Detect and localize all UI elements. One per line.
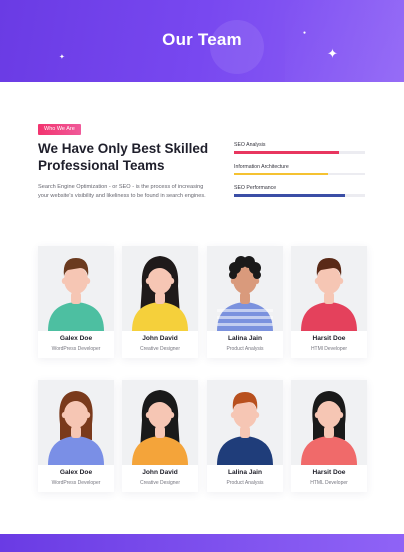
avatar bbox=[291, 380, 367, 465]
member-name: Galex Doe bbox=[59, 335, 93, 342]
team-member-card[interactable]: Harsit Doe HTML Developer bbox=[291, 380, 367, 492]
avatar bbox=[207, 246, 283, 331]
skill-item: SEO Analysis bbox=[234, 142, 365, 154]
member-role: HTMl Developer bbox=[310, 346, 348, 352]
skill-item: Information Architecture bbox=[234, 163, 365, 175]
member-name: John David bbox=[142, 469, 178, 476]
team-member-card[interactable]: Galex Doe WordPress Developer bbox=[38, 380, 114, 492]
avatar bbox=[207, 380, 283, 465]
avatar bbox=[122, 246, 198, 331]
avatar bbox=[38, 380, 114, 465]
skill-label: SEO Performance bbox=[234, 185, 277, 191]
skills-list: SEO Analysis Information Architecture SEO … bbox=[234, 142, 365, 207]
avatar bbox=[122, 380, 198, 465]
section-description: Search Engine Optimization - or SEO - is… bbox=[38, 184, 206, 199]
footer-bar bbox=[0, 534, 404, 552]
team-member-card[interactable]: John David Creative Designer bbox=[122, 380, 198, 492]
member-role: Product Analysis bbox=[226, 480, 264, 486]
sparkle-icon: ✦ bbox=[59, 54, 65, 61]
page-hero-banner: Our Team ✦ ✦ ● bbox=[0, 0, 404, 82]
team-member-card[interactable]: John David Creative Designer bbox=[122, 246, 198, 358]
section-heading: We Have Only Best Skilled Professional T… bbox=[38, 141, 209, 173]
sparkle-icon: ✦ bbox=[327, 46, 338, 61]
dot-icon: ● bbox=[303, 30, 307, 36]
member-role: Creative Designer bbox=[139, 480, 181, 486]
member-name: Galex Doe bbox=[59, 469, 93, 476]
skill-progress-track bbox=[234, 151, 365, 154]
page-title: Our Team bbox=[162, 30, 242, 49]
member-name: Harsit Doe bbox=[312, 335, 346, 342]
skill-label: SEO Analysis bbox=[234, 142, 266, 148]
team-member-card[interactable]: Lalina Jain Product Analysis bbox=[207, 380, 283, 492]
member-name: Lalina Jain bbox=[227, 469, 263, 476]
member-name: John David bbox=[142, 335, 178, 342]
skill-progress-fill bbox=[234, 172, 329, 175]
member-role: HTML Developer bbox=[310, 480, 348, 486]
avatar bbox=[291, 246, 367, 331]
team-member-card[interactable]: Lalina Jain Product Analysis bbox=[207, 246, 283, 358]
skill-item: SEO Performance bbox=[234, 185, 365, 197]
skill-progress-track bbox=[234, 172, 365, 175]
team-member-card[interactable]: Galex Doe WordPress Developer bbox=[38, 246, 114, 358]
member-role: WordPress Developer bbox=[51, 346, 101, 352]
avatar bbox=[38, 246, 114, 331]
skill-progress-track bbox=[234, 194, 365, 197]
section-tag: Who We Are bbox=[38, 124, 81, 135]
member-role: Creative Designer bbox=[139, 346, 181, 352]
member-role: WordPress Developer bbox=[51, 480, 101, 486]
member-role: Product Analysis bbox=[226, 346, 264, 352]
member-name: Lalina Jain bbox=[227, 335, 263, 342]
skill-progress-fill bbox=[234, 194, 346, 197]
skill-label: Information Architecture bbox=[234, 163, 289, 170]
member-name: Harsit Doe bbox=[312, 469, 346, 476]
team-member-card[interactable]: Harsit Doe HTMl Developer bbox=[291, 246, 367, 358]
skill-progress-fill bbox=[234, 151, 339, 154]
